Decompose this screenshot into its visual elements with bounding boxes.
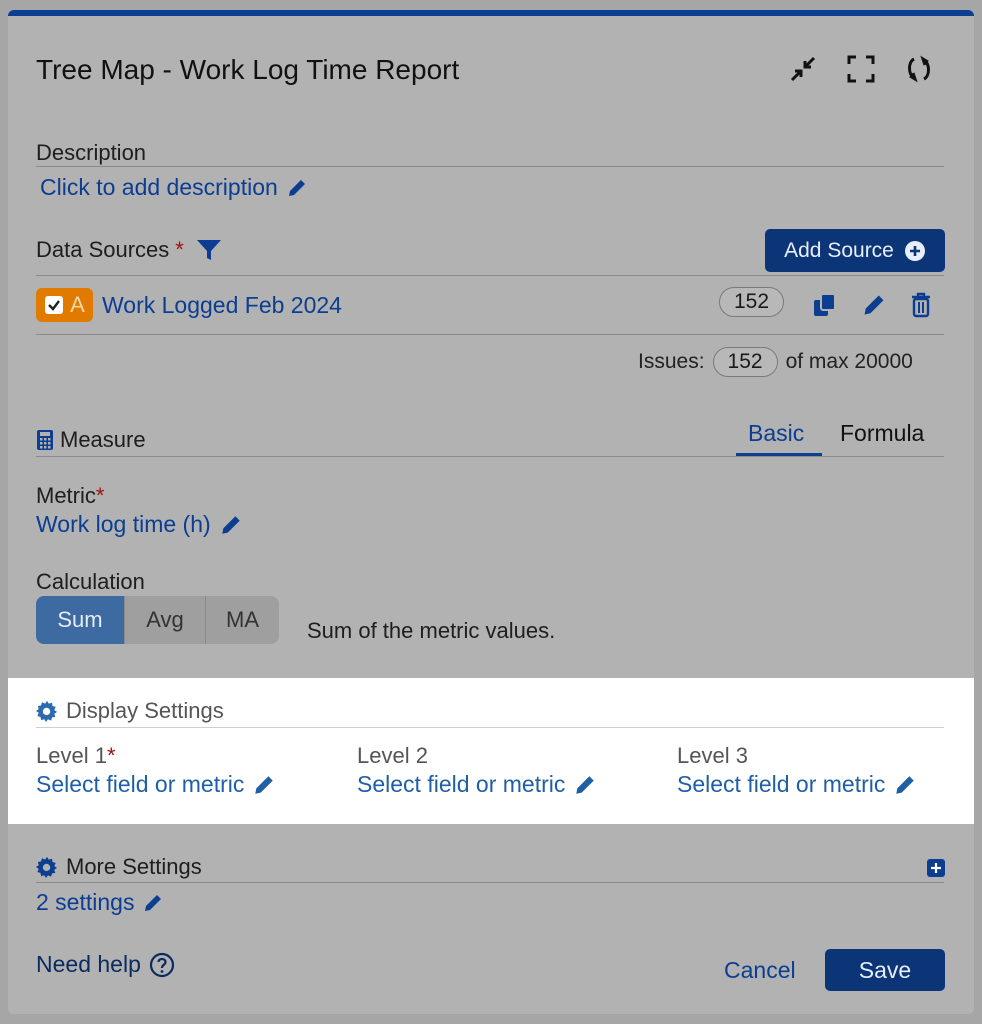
display-settings-section: Display Settings Level 1* Select field o… <box>8 678 974 824</box>
copy-icon[interactable] <box>812 292 838 323</box>
dialog-panel: Tree Map - Work Log Time Report Descript… <box>8 10 974 1014</box>
metric-label: Metric <box>36 483 96 508</box>
checkbox-icon[interactable] <box>44 295 64 315</box>
level-3-label: Level 3 <box>677 743 748 768</box>
calc-option-ma[interactable]: MA <box>205 596 279 644</box>
tab-basic[interactable]: Basic <box>748 420 804 447</box>
level-1-label: Level 1 <box>36 743 107 768</box>
divider <box>36 727 944 728</box>
source-count-badge: 152 <box>719 287 785 317</box>
pencil-icon <box>896 775 915 794</box>
level-3-select-link[interactable]: Select field or metric <box>677 771 917 798</box>
measure-header: Measure <box>36 427 146 453</box>
pencil-icon <box>145 894 162 911</box>
plus-circle-icon <box>904 240 925 261</box>
source-badge-letter: A <box>70 292 85 317</box>
calc-description: Sum of the metric values. <box>307 618 556 643</box>
metric-label-row: Metric* <box>36 483 104 509</box>
edit-source-icon[interactable] <box>861 292 887 323</box>
gear-icon <box>36 856 58 878</box>
calc-option-sum[interactable]: Sum <box>36 596 124 644</box>
divider <box>36 166 944 167</box>
level-2-value: Select field or metric <box>357 771 566 797</box>
fullscreen-icon[interactable] <box>844 52 878 86</box>
pencil-icon <box>255 775 274 794</box>
more-settings-header: More Settings <box>36 854 202 880</box>
metric-select-link[interactable]: Work log time (h) <box>36 511 243 538</box>
refresh-icon[interactable] <box>902 52 936 86</box>
pencil-icon <box>576 775 595 794</box>
add-description-link[interactable]: Click to add description <box>40 174 308 201</box>
display-settings-header: Display Settings <box>36 698 224 724</box>
source-badge[interactable]: A <box>36 288 93 322</box>
more-settings-link[interactable]: 2 settings <box>36 889 164 916</box>
issues-count-badge: 152 <box>712 347 778 377</box>
issues-max: of max 20000 <box>785 350 913 373</box>
calculation-segmented-control: Sum Avg MA <box>36 596 279 644</box>
collapse-icon[interactable] <box>786 52 820 86</box>
divider <box>36 882 944 883</box>
gear-icon <box>36 700 58 722</box>
measure-label: Measure <box>60 427 146 452</box>
filter-icon[interactable] <box>196 238 222 262</box>
calc-option-avg[interactable]: Avg <box>124 596 205 644</box>
data-sources-label: Data Sources <box>36 237 170 262</box>
page-title: Tree Map - Work Log Time Report <box>36 54 460 85</box>
required-mark: * <box>95 483 105 508</box>
add-description-text: Click to add description <box>40 174 278 200</box>
divider <box>36 275 944 276</box>
calculation-label: Calculation <box>36 569 145 594</box>
divider <box>36 334 944 335</box>
required-mark: * <box>106 743 116 768</box>
level-3-value: Select field or metric <box>677 771 886 797</box>
data-sources-header: Data Sources * <box>36 237 222 263</box>
issues-summary: Issues: 152 of max 20000 <box>638 347 913 377</box>
metric-value: Work log time (h) <box>36 511 211 537</box>
more-settings-label: More Settings <box>66 854 202 879</box>
description-label: Description <box>36 140 147 165</box>
level-1-value: Select field or metric <box>36 771 245 797</box>
level-1-label-row: Level 1* <box>36 743 116 769</box>
question-circle-icon <box>149 952 174 977</box>
expand-plus-icon[interactable] <box>927 859 945 882</box>
tab-formula[interactable]: Formula <box>840 420 924 447</box>
level-2-label: Level 2 <box>357 743 428 768</box>
need-help-link[interactable]: Need help <box>36 951 175 978</box>
pencil-icon <box>288 179 305 196</box>
source-name-link[interactable]: Work Logged Feb 2024 <box>102 292 342 319</box>
level-1-select-link[interactable]: Select field or metric <box>36 771 276 798</box>
calculator-icon <box>37 430 53 450</box>
header-actions <box>786 52 936 86</box>
divider <box>36 456 944 457</box>
pencil-icon <box>221 515 240 534</box>
issues-label: Issues: <box>638 350 705 373</box>
add-source-button[interactable]: Add Source <box>765 229 945 272</box>
more-settings-value: 2 settings <box>36 889 135 915</box>
cancel-button[interactable]: Cancel <box>724 957 796 984</box>
trash-icon[interactable] <box>909 292 933 323</box>
required-mark: * <box>175 237 184 262</box>
add-source-label: Add Source <box>784 238 894 262</box>
display-settings-label: Display Settings <box>66 698 224 723</box>
level-2-select-link[interactable]: Select field or metric <box>357 771 597 798</box>
save-button[interactable]: Save <box>825 949 945 991</box>
need-help-text: Need help <box>36 951 141 977</box>
